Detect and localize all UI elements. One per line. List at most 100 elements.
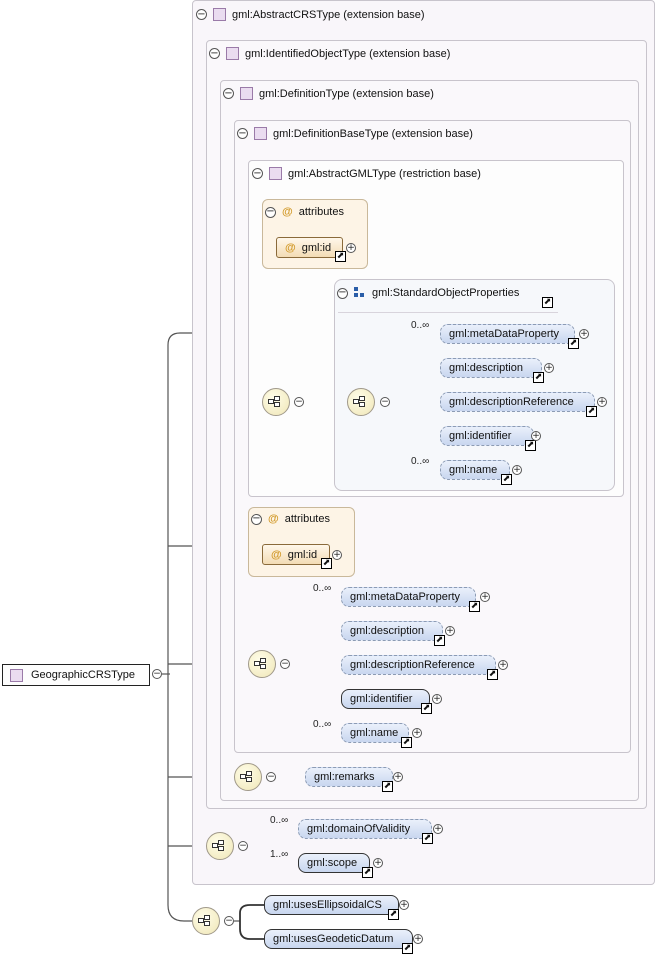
- collapse-minus-icon[interactable]: −: [209, 48, 220, 59]
- abstract-gml-header[interactable]: − gml:AbstractGMLType (restriction base): [252, 167, 481, 180]
- definition-header[interactable]: − gml:DefinitionType (extension base): [223, 87, 434, 100]
- standard-object-properties-title: gml:StandardObjectProperties: [372, 287, 520, 299]
- expand-plus-icon[interactable]: +: [346, 243, 356, 253]
- link-arrow-icon[interactable]: ⬈: [401, 737, 412, 748]
- element-label: gml:descriptionReference: [350, 659, 475, 671]
- expand-plus-icon[interactable]: +: [393, 772, 403, 782]
- element-name[interactable]: gml:name: [341, 723, 409, 743]
- element-label: gml:identifier: [350, 693, 413, 705]
- element-descriptionreference[interactable]: gml:descriptionReference: [440, 392, 595, 412]
- expand-plus-icon[interactable]: +: [597, 397, 607, 407]
- definition-base-label: gml:DefinitionBaseType (extension base): [273, 127, 473, 140]
- expand-plus-icon[interactable]: +: [445, 626, 455, 636]
- link-arrow-icon[interactable]: ⬈: [542, 297, 553, 308]
- abstract-crs-header[interactable]: − gml:AbstractCRSType (extension base): [196, 8, 425, 21]
- group-separator: [338, 312, 558, 313]
- expand-plus-icon[interactable]: +: [531, 431, 541, 441]
- multiplicity: 0..∞: [313, 719, 332, 730]
- expand-plus-icon[interactable]: +: [432, 694, 442, 704]
- element-label: gml:descriptionReference: [449, 396, 574, 408]
- collapse-minus-icon[interactable]: −: [238, 841, 248, 851]
- expand-plus-icon[interactable]: +: [399, 900, 409, 910]
- element-description[interactable]: gml:description: [341, 621, 443, 641]
- link-arrow-icon[interactable]: ⬈: [487, 669, 498, 680]
- element-identifier[interactable]: gml:identifier: [341, 689, 430, 709]
- inner-attribute-gml-id[interactable]: @ gml:id: [276, 237, 343, 258]
- link-arrow-icon[interactable]: ⬈: [469, 601, 480, 612]
- element-scope[interactable]: gml:scope: [298, 853, 370, 873]
- element-name[interactable]: gml:name: [440, 460, 510, 480]
- collapse-minus-icon[interactable]: −: [280, 659, 290, 669]
- collapse-minus-icon[interactable]: −: [266, 772, 276, 782]
- collapse-minus-icon[interactable]: −: [223, 88, 234, 99]
- element-label: gml:scope: [307, 857, 358, 869]
- collapse-minus-icon[interactable]: −: [237, 128, 248, 139]
- outer-attribute-gml-id[interactable]: @ gml:id: [262, 544, 330, 565]
- outer-attributes-header[interactable]: − @ attributes: [251, 513, 330, 525]
- collapse-minus-icon[interactable]: −: [265, 206, 276, 218]
- expand-plus-icon[interactable]: +: [579, 329, 589, 339]
- expand-plus-icon[interactable]: +: [413, 934, 423, 944]
- element-descriptionreference[interactable]: gml:descriptionReference: [341, 655, 496, 675]
- link-arrow-icon[interactable]: ⬈: [388, 909, 399, 920]
- multiplicity: 0..∞: [270, 815, 289, 826]
- collapse-minus-icon[interactable]: −: [337, 287, 348, 299]
- element-usesgeodeticdatum[interactable]: gml:usesGeodeticDatum: [264, 929, 413, 949]
- link-arrow-icon[interactable]: ⬈: [434, 635, 445, 646]
- element-label: gml:remarks: [314, 771, 375, 783]
- attribute-at-icon: @: [271, 548, 282, 561]
- inner-attributes-header[interactable]: − @ attributes: [265, 206, 344, 218]
- expand-plus-icon[interactable]: +: [512, 465, 522, 475]
- outer-attributes-title: attributes: [284, 513, 330, 525]
- link-arrow-icon[interactable]: ⬈: [533, 372, 544, 383]
- expand-plus-icon[interactable]: +: [373, 858, 383, 868]
- sequence-compositor-icon[interactable]: [206, 832, 234, 860]
- sequence-compositor-icon[interactable]: [234, 763, 262, 791]
- definition-base-header[interactable]: − gml:DefinitionBaseType (extension base…: [237, 127, 473, 140]
- identified-object-header[interactable]: − gml:IdentifiedObjectType (extension ba…: [209, 47, 450, 60]
- collapse-minus-icon[interactable]: −: [380, 397, 390, 407]
- sequence-compositor-icon[interactable]: [262, 388, 290, 416]
- sequence-compositor-icon[interactable]: [192, 907, 220, 935]
- expand-plus-icon[interactable]: +: [498, 660, 508, 670]
- element-description[interactable]: gml:description: [440, 358, 542, 378]
- type-square-icon: [269, 167, 282, 180]
- standard-object-properties-header[interactable]: − gml:StandardObjectProperties: [337, 287, 519, 299]
- link-arrow-icon[interactable]: ⬈: [586, 406, 597, 417]
- link-arrow-icon[interactable]: ⬈: [501, 474, 512, 485]
- link-arrow-icon[interactable]: ⬈: [568, 338, 579, 349]
- collapse-minus-icon[interactable]: −: [152, 669, 162, 679]
- element-metadataproperty[interactable]: gml:metaDataProperty: [440, 324, 575, 344]
- element-usesellipsoidalcs[interactable]: gml:usesEllipsoidalCS: [264, 895, 399, 915]
- link-arrow-icon[interactable]: ⬈: [382, 781, 393, 792]
- expand-plus-icon[interactable]: +: [412, 728, 422, 738]
- element-domainofvalidity[interactable]: gml:domainOfValidity: [298, 819, 432, 839]
- link-arrow-icon[interactable]: ⬈: [321, 558, 332, 569]
- expand-plus-icon[interactable]: +: [332, 550, 342, 560]
- group-icon: [354, 287, 366, 299]
- identified-object-label: gml:IdentifiedObjectType (extension base…: [245, 47, 451, 60]
- link-arrow-icon[interactable]: ⬈: [421, 703, 432, 714]
- sequence-compositor-icon[interactable]: [248, 650, 276, 678]
- collapse-minus-icon[interactable]: −: [224, 916, 234, 926]
- collapse-minus-icon[interactable]: −: [294, 397, 304, 407]
- link-arrow-icon[interactable]: ⬈: [362, 867, 373, 878]
- type-square-icon: [213, 8, 226, 21]
- link-arrow-icon[interactable]: ⬈: [335, 251, 346, 262]
- element-remarks[interactable]: gml:remarks: [305, 767, 393, 787]
- expand-plus-icon[interactable]: +: [433, 824, 443, 834]
- link-arrow-icon[interactable]: ⬈: [525, 440, 536, 451]
- type-square-icon: [10, 668, 23, 682]
- collapse-minus-icon[interactable]: −: [252, 168, 263, 179]
- element-metadataproperty[interactable]: gml:metaDataProperty: [341, 587, 476, 607]
- element-label: gml:identifier: [449, 430, 512, 442]
- geographic-crs-type[interactable]: GeographicCRSType: [2, 664, 150, 686]
- link-arrow-icon[interactable]: ⬈: [402, 943, 413, 954]
- expand-plus-icon[interactable]: +: [544, 363, 554, 373]
- expand-plus-icon[interactable]: +: [480, 592, 490, 602]
- collapse-minus-icon[interactable]: −: [196, 9, 207, 20]
- collapse-minus-icon[interactable]: −: [251, 513, 262, 525]
- link-arrow-icon[interactable]: ⬈: [422, 833, 433, 844]
- element-identifier[interactable]: gml:identifier: [440, 426, 534, 446]
- sequence-compositor-icon[interactable]: [347, 388, 375, 416]
